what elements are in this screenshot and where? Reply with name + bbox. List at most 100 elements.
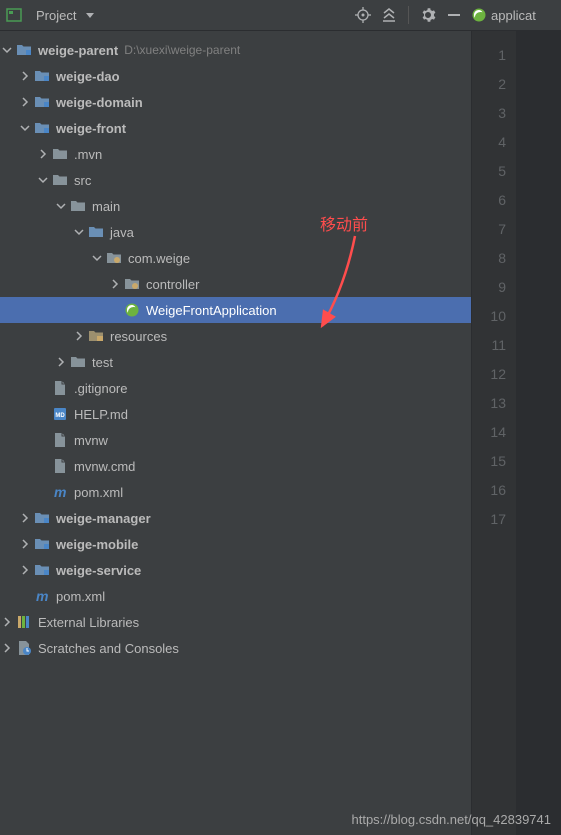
chevron-right-icon[interactable] (18, 537, 32, 551)
tree-item-label: weige-manager (56, 511, 151, 526)
tree-row[interactable]: mpom.xml (0, 479, 471, 505)
line-number: 8 (472, 243, 516, 272)
tree-row[interactable]: Scratches and Consoles (0, 635, 471, 661)
line-number: 3 (472, 98, 516, 127)
tree-row[interactable]: weige-mobile (0, 531, 471, 557)
tree-row[interactable]: WeigeFrontApplication (0, 297, 471, 323)
svg-text:MD: MD (55, 413, 65, 419)
tree-item-label: WeigeFrontApplication (146, 303, 277, 318)
tree-item-label: mvnw (74, 433, 108, 448)
chevron-right-icon[interactable] (72, 329, 86, 343)
line-number: 4 (472, 127, 516, 156)
tree-row[interactable]: .mvn (0, 141, 471, 167)
chevron-right-icon[interactable] (18, 563, 32, 577)
project-panel: Project weige-parentD:\xuexi\weige-paren… (0, 0, 472, 835)
tree-row[interactable]: External Libraries (0, 609, 471, 635)
chevron-down-icon[interactable] (18, 121, 32, 135)
folder-icon (52, 172, 68, 188)
line-number: 11 (472, 330, 516, 359)
tree-item-label: .gitignore (74, 381, 127, 396)
chevron-down-icon[interactable] (54, 199, 68, 213)
project-tree[interactable]: weige-parentD:\xuexi\weige-parent weige-d… (0, 31, 471, 835)
module-icon (34, 562, 50, 578)
tree-row[interactable]: controller (0, 271, 471, 297)
tree-row[interactable]: main (0, 193, 471, 219)
chevron-right-icon[interactable] (18, 511, 32, 525)
chevron-right-icon[interactable] (0, 641, 14, 655)
tree-row[interactable]: java (0, 219, 471, 245)
tree-row[interactable]: weige-manager (0, 505, 471, 531)
arrow-placeholder (18, 589, 32, 603)
minimize-icon[interactable] (443, 4, 465, 26)
maven-icon: m (34, 588, 50, 604)
file-icon (52, 458, 68, 474)
chevron-right-icon[interactable] (36, 147, 50, 161)
tree-row[interactable]: com.weige (0, 245, 471, 271)
module-icon (34, 94, 50, 110)
watermark-text: https://blog.csdn.net/qq_42839741 (352, 812, 552, 827)
tree-row[interactable]: m pom.xml (0, 583, 471, 609)
line-number: 6 (472, 185, 516, 214)
chevron-right-icon[interactable] (18, 95, 32, 109)
tree-item-label: HELP.md (74, 407, 128, 422)
tree-row[interactable]: mvnw.cmd (0, 453, 471, 479)
locate-icon[interactable] (352, 4, 374, 26)
chevron-down-icon[interactable] (0, 43, 14, 57)
tree-row[interactable]: MD HELP.md (0, 401, 471, 427)
separator (408, 6, 409, 24)
module-icon (34, 68, 50, 84)
tree-item-label: External Libraries (38, 615, 139, 630)
scratch-icon (16, 640, 32, 656)
chevron-down-icon[interactable] (72, 225, 86, 239)
line-number: 14 (472, 417, 516, 446)
tree-row[interactable]: weige-domain (0, 89, 471, 115)
arrow-placeholder (36, 485, 50, 499)
tree-row[interactable]: test (0, 349, 471, 375)
project-dropdown-icon[interactable] (86, 13, 94, 18)
tree-item-label: weige-front (56, 121, 126, 136)
line-number: 1 (472, 40, 516, 69)
chevron-right-icon[interactable] (108, 277, 122, 291)
maven-icon: m (52, 484, 68, 500)
chevron-right-icon[interactable] (18, 69, 32, 83)
tree-row[interactable]: weige-front (0, 115, 471, 141)
module-icon (34, 536, 50, 552)
tree-item-label: weige-dao (56, 69, 120, 84)
chevron-right-icon[interactable] (54, 355, 68, 369)
arrow-placeholder (36, 407, 50, 421)
tree-item-label: weige-domain (56, 95, 143, 110)
tree-row[interactable]: resources (0, 323, 471, 349)
tree-row[interactable]: weige-dao (0, 63, 471, 89)
res-folder-icon (88, 328, 104, 344)
chevron-down-icon[interactable] (36, 173, 50, 187)
tree-row[interactable]: weige-parentD:\xuexi\weige-parent (0, 37, 471, 63)
folder-icon (52, 146, 68, 162)
line-number: 15 (472, 446, 516, 475)
module-icon (34, 120, 50, 136)
gear-icon[interactable] (417, 4, 439, 26)
editor-tab[interactable]: applicat (463, 0, 561, 31)
chevron-right-icon[interactable] (0, 615, 14, 629)
project-title[interactable]: Project (36, 8, 76, 23)
tree-item-label: main (92, 199, 120, 214)
editor-gutter: 1234567891011121314151617 (472, 0, 517, 835)
line-number: 5 (472, 156, 516, 185)
line-number: 13 (472, 388, 516, 417)
tree-item-label: java (110, 225, 134, 240)
arrow-placeholder (108, 303, 122, 317)
tree-row[interactable]: src (0, 167, 471, 193)
tree-row[interactable]: mvnw (0, 427, 471, 453)
collapse-all-icon[interactable] (378, 4, 400, 26)
tree-row[interactable]: .gitignore (0, 375, 471, 401)
chevron-down-icon[interactable] (90, 251, 104, 265)
arrow-placeholder (36, 459, 50, 473)
tree-row[interactable]: weige-service (0, 557, 471, 583)
file-icon (52, 380, 68, 396)
folder-icon (70, 198, 86, 214)
project-toolbar: Project (0, 0, 471, 31)
tree-item-label: pom.xml (56, 589, 105, 604)
md-file-icon: MD (52, 406, 68, 422)
libs-icon (16, 614, 32, 630)
tree-item-label: src (74, 173, 91, 188)
line-number: 2 (472, 69, 516, 98)
